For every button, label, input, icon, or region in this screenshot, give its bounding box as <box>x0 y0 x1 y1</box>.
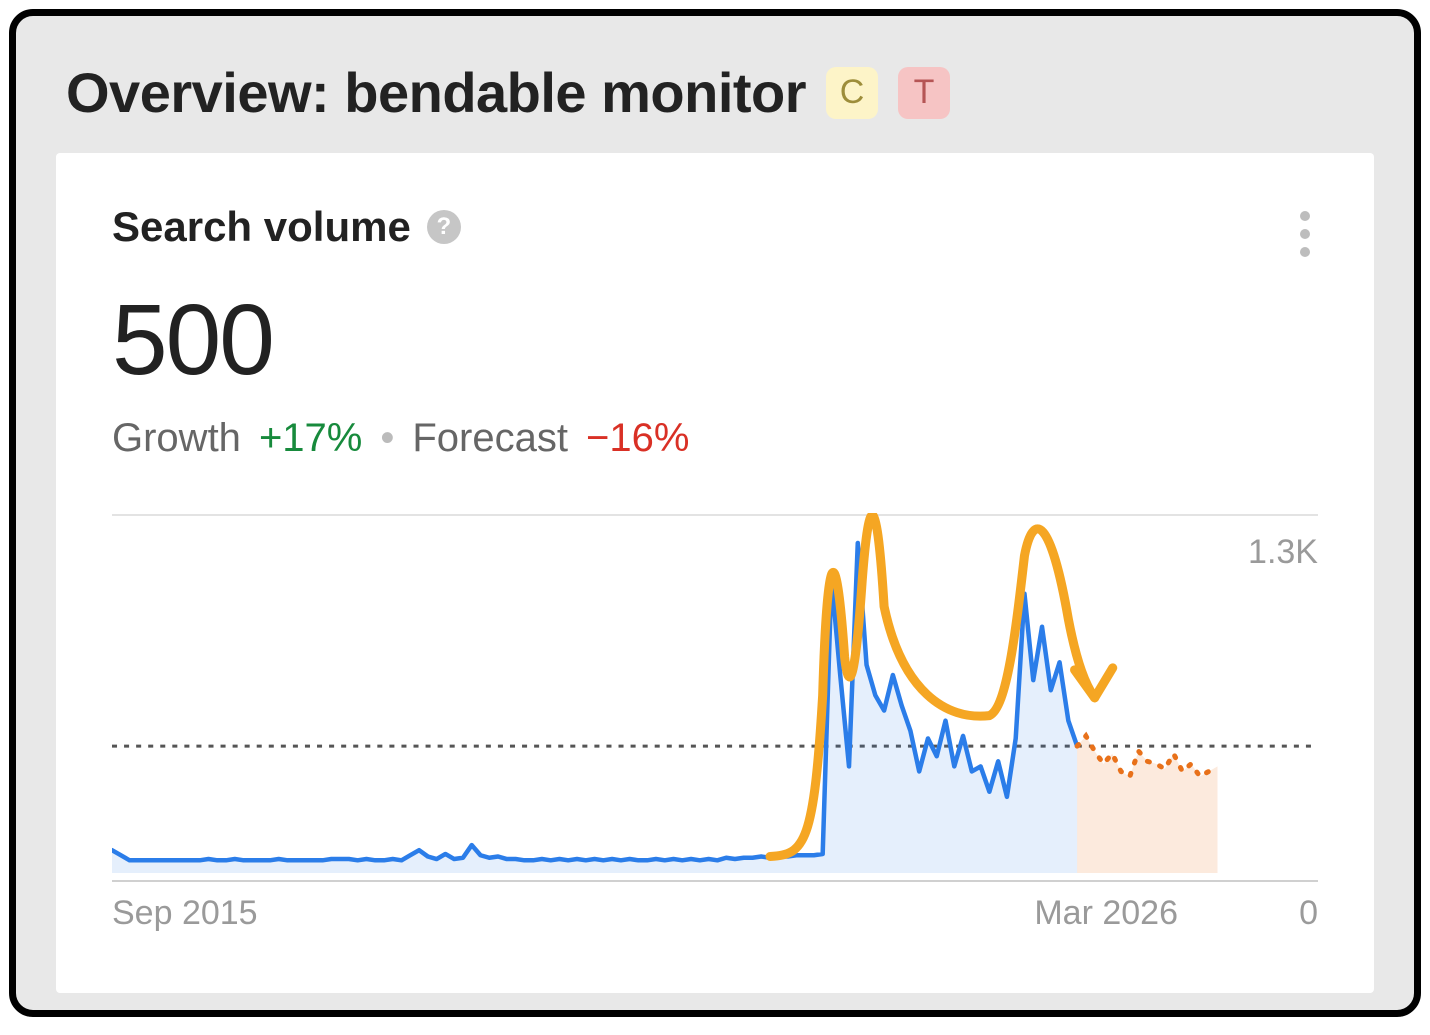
badge-t[interactable]: T <box>898 67 950 119</box>
y-axis-min-label: 0 <box>1299 894 1318 933</box>
chart: Sep 2015 Mar 2026 1.3K 0 <box>112 513 1318 883</box>
page-title: Overview: bendable monitor <box>66 60 806 125</box>
chart-svg <box>112 513 1318 883</box>
x-axis-start-label: Sep 2015 <box>112 894 258 933</box>
forecast-label: Forecast <box>412 416 568 461</box>
separator-dot: • <box>380 416 394 461</box>
series-area <box>112 543 1077 873</box>
growth-label: Growth <box>112 416 241 461</box>
growth-value: +17% <box>259 416 362 461</box>
forecast-value: −16% <box>586 416 689 461</box>
badge-c[interactable]: C <box>826 67 878 119</box>
metric-subline: Growth +17% • Forecast −16% <box>112 416 1318 461</box>
metric-value: 500 <box>112 283 1318 398</box>
page-header: Overview: bendable monitor C T <box>16 16 1414 153</box>
metric-label: Search volume <box>112 203 411 251</box>
kebab-menu-icon[interactable] <box>1292 203 1318 265</box>
metric-label-row: Search volume ? <box>112 203 461 251</box>
card-header: Search volume ? <box>112 203 1318 265</box>
app-frame: Overview: bendable monitor C T Search vo… <box>9 9 1421 1017</box>
x-axis-end-label: Mar 2026 <box>1034 894 1178 933</box>
help-icon[interactable]: ? <box>427 210 461 244</box>
y-axis-max-label: 1.3K <box>1248 533 1318 572</box>
metric-card: Search volume ? 500 Growth +17% • Foreca… <box>56 153 1374 993</box>
